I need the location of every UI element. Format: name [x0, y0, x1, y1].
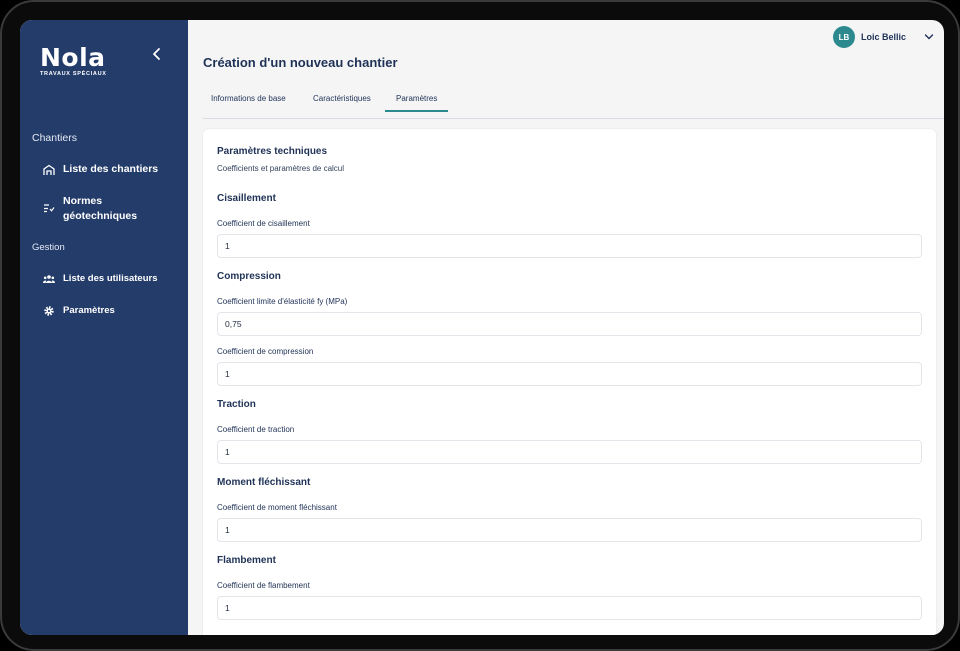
card-subtitle: Coefficients et paramètres de calcul — [217, 164, 345, 173]
field-label: Coefficient de flambement — [217, 581, 310, 590]
coefficient-limite-elasticite-input[interactable] — [217, 312, 922, 336]
field-label: Coefficient de moment fléchissant — [217, 503, 337, 512]
section-title-traction: Traction — [217, 399, 256, 410]
brand-logo: Nola TRAVAUX SPÉCIAUX — [40, 45, 107, 77]
field-label: Coefficient de cisaillement — [217, 219, 310, 228]
avatar: LB — [832, 26, 855, 48]
sidebar-item-liste-utilisateurs[interactable]: Liste des utilisateurs — [42, 271, 158, 286]
main-content: LB Loic Bellic Création d'un nouveau cha… — [188, 20, 944, 635]
coefficient-flambement-input[interactable] — [217, 596, 922, 620]
device-frame: Nola TRAVAUX SPÉCIAUX Chantiers Liste de… — [0, 0, 960, 651]
tab-parametres[interactable]: Paramètres — [385, 94, 449, 112]
users-icon — [42, 272, 56, 286]
sidebar-item-parametres[interactable]: Paramètres — [42, 303, 115, 318]
sidebar-item-label-line1: Normes — [63, 195, 103, 207]
brand-name: Nola — [40, 43, 106, 72]
tab-bar: Informations de base Caractéristiques Pa… — [203, 88, 944, 119]
coefficient-moment-flechissant-input[interactable] — [217, 518, 922, 542]
tab-informations-de-base[interactable]: Informations de base — [211, 94, 286, 110]
user-menu[interactable]: LB Loic Bellic — [832, 26, 934, 48]
app-screen: Nola TRAVAUX SPÉCIAUX Chantiers Liste de… — [20, 20, 944, 635]
coefficient-traction-input[interactable] — [217, 440, 922, 464]
gear-icon — [42, 304, 56, 318]
collapse-sidebar-button[interactable] — [151, 47, 163, 61]
brand-tagline: TRAVAUX SPÉCIAUX — [40, 71, 107, 77]
section-title-cisaillement: Cisaillement — [217, 193, 276, 204]
list-check-icon — [42, 201, 56, 215]
nav-section-gestion: Gestion — [32, 242, 65, 253]
card-title: Paramètres techniques — [217, 146, 328, 157]
sidebar: Nola TRAVAUX SPÉCIAUX Chantiers Liste de… — [20, 20, 188, 635]
section-title-moment-flechissant: Moment fléchissant — [217, 477, 311, 488]
tab-caracteristiques[interactable]: Caractéristiques — [313, 94, 371, 110]
building-icon — [42, 163, 56, 177]
sidebar-item-label: Normes géotechniques — [63, 194, 137, 224]
section-title-compression: Compression — [217, 271, 281, 282]
user-name: Loic Bellic — [860, 32, 906, 42]
page-title: Création d'un nouveau chantier — [203, 55, 398, 70]
sidebar-item-liste-chantiers[interactable]: Liste des chantiers — [42, 162, 158, 177]
sidebar-item-normes-geotechniques[interactable]: Normes géotechniques — [42, 194, 137, 224]
coefficient-compression-input[interactable] — [217, 362, 922, 386]
field-label: Coefficient de compression — [217, 347, 314, 356]
field-label: Coefficient de traction — [217, 425, 295, 434]
nav-section-chantiers: Chantiers — [32, 132, 77, 144]
parameters-card: Paramètres techniques Coefficients et pa… — [203, 129, 936, 635]
field-label: Coefficient limite d'élasticité fy (MPa) — [217, 297, 348, 306]
sidebar-item-label: Liste des utilisateurs — [63, 273, 158, 284]
coefficient-cisaillement-input[interactable] — [217, 234, 922, 258]
sidebar-item-label-line2: géotechniques — [63, 210, 138, 222]
chevron-left-icon — [153, 48, 160, 60]
chevron-down-icon — [924, 34, 934, 40]
section-title-flambement: Flambement — [217, 555, 276, 566]
sidebar-item-label: Liste des chantiers — [63, 163, 159, 175]
sidebar-item-label: Paramètres — [63, 305, 115, 316]
